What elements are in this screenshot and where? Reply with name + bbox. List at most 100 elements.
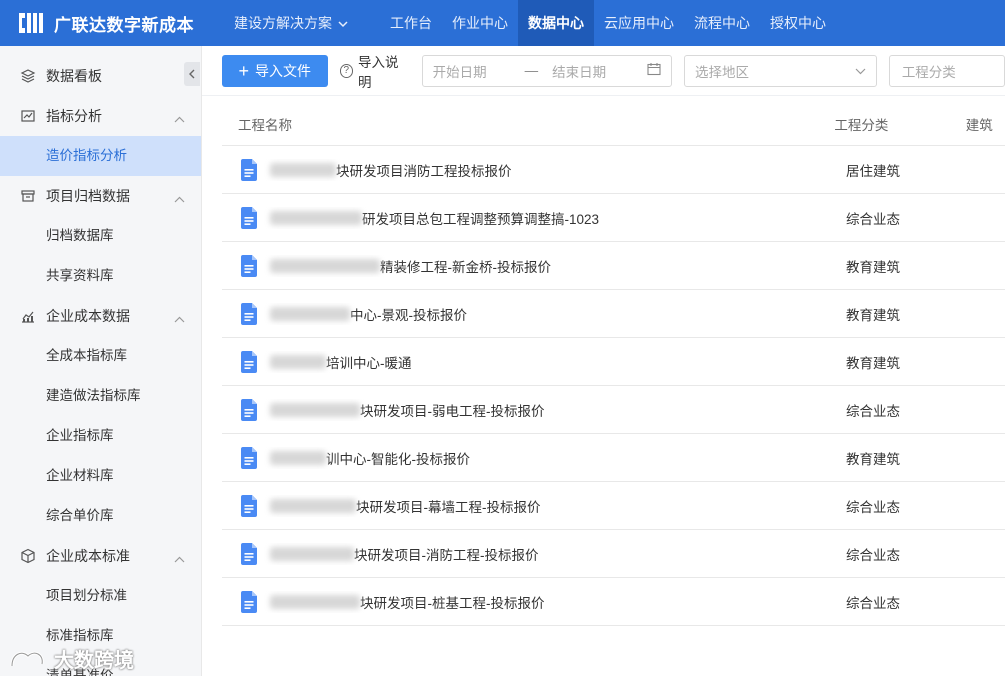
table-row[interactable]: 块研发项目-桩基工程-投标报价 综合业态 (222, 578, 1005, 626)
project-name: 块研发项目消防工程投标报价 (336, 163, 512, 179)
project-name: 研发项目总包工程调整预算调整搞-1023 (362, 211, 600, 227)
project-name: 培训中心-暖通 (326, 355, 412, 371)
app-title: 广联达数字新成本 (54, 15, 194, 35)
chevron-up-icon (174, 110, 185, 126)
project-name-cell[interactable]: 培训中心-暖通 (222, 350, 846, 373)
table-row[interactable]: 精装修工程-新金桥-投标报价 教育建筑 (222, 242, 1005, 290)
chart-icon (20, 108, 36, 124)
table-row[interactable]: 研发项目总包工程调整预算调整搞-1023 综合业态 (222, 194, 1005, 242)
import-file-button[interactable]: + 导入文件 (222, 54, 328, 87)
project-name-cell[interactable]: 块研发项目-弱电工程-投标报价 (222, 398, 846, 421)
redacted-text (270, 162, 336, 177)
redacted-text (270, 498, 356, 513)
project-name: 块研发项目-幕墙工程-投标报价 (356, 499, 541, 515)
sidebar: 数据看板 指标分析 造价指标分析 项目归档数据 归档数据库 共享资料库 企业成本… (0, 46, 202, 676)
table-row[interactable]: 块研发项目消防工程投标报价 居住建筑 (222, 146, 1005, 194)
table-row[interactable]: 培训中心-暖通 教育建筑 (222, 338, 1005, 386)
sidebar-group-indicator-analysis[interactable]: 指标分析 (0, 96, 201, 136)
redacted-text (270, 594, 360, 609)
end-date-input[interactable]: 结束日期 (552, 61, 606, 81)
project-category-cell: 综合业态 (846, 211, 900, 227)
sidebar-group-enterprise-cost-standard[interactable]: 企业成本标准 (0, 536, 201, 576)
nav-data-center[interactable]: 数据中心 (518, 0, 594, 46)
app-logo[interactable]: 广联达数字新成本 (0, 0, 208, 46)
project-name-cell[interactable]: 块研发项目消防工程投标报价 (222, 158, 846, 181)
column-header-category: 工程分类 (834, 117, 889, 133)
project-name-cell[interactable]: 研发项目总包工程调整预算调整搞-1023 (222, 206, 846, 229)
document-icon (241, 494, 257, 517)
sidebar-item-archive-db[interactable]: 归档数据库 (0, 216, 201, 256)
nav-workbench[interactable]: 工作台 (380, 0, 442, 46)
project-name-cell[interactable]: 块研发项目-幕墙工程-投标报价 (222, 494, 846, 517)
sidebar-group-label: 项目归档数据 (46, 188, 130, 204)
region-select-placeholder: 选择地区 (695, 64, 749, 80)
project-name-cell[interactable]: 块研发项目-消防工程-投标报价 (222, 542, 846, 565)
project-category-cell: 教育建筑 (846, 259, 900, 275)
sidebar-group-label: 指标分析 (46, 108, 102, 124)
column-header-building: 建筑 (965, 117, 993, 133)
sidebar-group-label: 企业成本标准 (46, 548, 130, 564)
sidebar-group-enterprise-cost-data[interactable]: 企业成本数据 (0, 296, 201, 336)
project-category-cell: 综合业态 (846, 499, 900, 515)
start-date-input[interactable]: 开始日期 (433, 61, 487, 81)
document-icon (241, 398, 257, 421)
redacted-text (270, 402, 360, 417)
chevron-down-icon (338, 15, 348, 31)
main-nav: 工作台 作业中心 数据中心 云应用中心 流程中心 授权中心 (380, 0, 836, 46)
sidebar-item-shared-library[interactable]: 共享资料库 (0, 256, 201, 296)
sidebar-item-enterprise-materials[interactable]: 企业材料库 (0, 456, 201, 496)
project-name: 块研发项目-消防工程-投标报价 (354, 547, 539, 563)
layers-icon (20, 68, 36, 84)
date-range-picker[interactable]: 开始日期 — 结束日期 (421, 54, 672, 87)
nav-auth-center[interactable]: 授权中心 (760, 0, 836, 46)
archive-icon (20, 188, 36, 204)
import-help-label: 导入说明 (358, 54, 399, 90)
redacted-text (270, 354, 326, 369)
table-row[interactable]: 训中心-智能化-投标报价 教育建筑 (222, 434, 1005, 482)
project-category-cell: 综合业态 (846, 547, 900, 563)
table-row[interactable]: 块研发项目-弱电工程-投标报价 综合业态 (222, 386, 1005, 434)
project-name-cell[interactable]: 精装修工程-新金桥-投标报价 (222, 254, 846, 277)
watermark: 大数跨境 (8, 644, 134, 673)
sidebar-item-unit-price-library[interactable]: 综合单价库 (0, 496, 201, 536)
project-name-cell[interactable]: 训中心-智能化-投标报价 (222, 446, 846, 469)
table-header: 工程名称 工程分类 建筑 (222, 102, 1005, 146)
nav-work-center[interactable]: 作业中心 (442, 0, 518, 46)
project-table: 工程名称 工程分类 建筑 块研发项目消防工程投标报价 居住建筑 研发项目总包工程调整… (222, 102, 1005, 626)
table-row[interactable]: 中心-景观-投标报价 教育建筑 (222, 290, 1005, 338)
table-row[interactable]: 块研发项目-幕墙工程-投标报价 综合业态 (222, 482, 1005, 530)
sidebar-group-label: 数据看板 (46, 68, 102, 84)
document-icon (241, 446, 257, 469)
chevron-up-icon (174, 550, 185, 566)
nav-process-center[interactable]: 流程中心 (684, 0, 760, 46)
table-row[interactable]: 块研发项目-消防工程-投标报价 综合业态 (222, 530, 1005, 578)
project-category-cell: 综合业态 (846, 595, 900, 611)
sidebar-item-cost-indicator-analysis[interactable]: 造价指标分析 (0, 136, 201, 176)
top-navigation-bar: 广联达数字新成本 建设方解决方案 工作台 作业中心 数据中心 云应用中心 流程中… (0, 0, 1005, 46)
sidebar-item-project-division-standard[interactable]: 项目划分标准 (0, 576, 201, 616)
sidebar-group-dashboard[interactable]: 数据看板 (0, 56, 201, 96)
sidebar-item-construction-method-indicators[interactable]: 建造做法指标库 (0, 376, 201, 416)
chevron-up-icon (174, 310, 185, 326)
nav-cloud-app-center[interactable]: 云应用中心 (594, 0, 684, 46)
trend-icon (20, 308, 36, 324)
watermark-text: 大数跨境 (54, 650, 134, 672)
watermark-logo-icon (8, 646, 48, 672)
cube-icon (20, 548, 36, 564)
project-name: 训中心-智能化-投标报价 (326, 451, 470, 467)
sidebar-group-project-archive[interactable]: 项目归档数据 (0, 176, 201, 216)
document-icon (241, 302, 257, 325)
project-name: 块研发项目-桩基工程-投标报价 (360, 595, 545, 611)
region-select[interactable]: 选择地区 (684, 54, 877, 87)
sidebar-item-enterprise-indicators[interactable]: 企业指标库 (0, 416, 201, 456)
project-name-cell[interactable]: 中心-景观-投标报价 (222, 302, 846, 325)
project-name-cell[interactable]: 块研发项目-桩基工程-投标报价 (222, 590, 846, 613)
redacted-text (270, 546, 354, 561)
project-category-cell: 教育建筑 (846, 307, 900, 323)
category-select[interactable]: 工程分类 (888, 54, 1005, 87)
redacted-text (270, 210, 362, 225)
sidebar-item-full-cost-indicators[interactable]: 全成本指标库 (0, 336, 201, 376)
redacted-text (270, 450, 326, 465)
import-help-link[interactable]: ? 导入说明 (339, 51, 410, 91)
solution-dropdown[interactable]: 建设方解决方案 (234, 13, 348, 33)
